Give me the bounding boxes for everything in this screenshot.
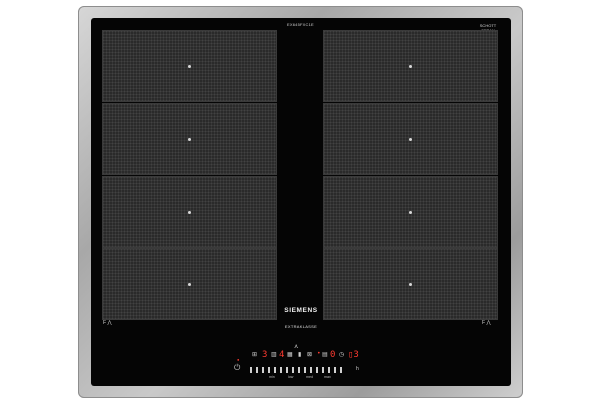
- slider-tick: [304, 367, 306, 373]
- zone-select-icon[interactable]: ⊠: [307, 352, 312, 358]
- zone-marker-dot: [188, 210, 191, 214]
- timer-display: ▯3: [348, 350, 359, 360]
- cooking-zone-right-2[interactable]: [323, 103, 498, 175]
- cooking-zone-left-3[interactable]: [102, 176, 277, 248]
- zone-select-icon[interactable]: ⊞: [252, 352, 257, 358]
- pause-icon[interactable]: ▮: [298, 352, 301, 358]
- slider-tick: [292, 367, 294, 373]
- zone-marker-dot: [409, 64, 412, 68]
- cooking-zone-left-1[interactable]: [102, 30, 277, 102]
- cooking-zone-right-4[interactable]: [323, 248, 498, 320]
- slider-tick: [334, 367, 336, 373]
- slider-label: max: [324, 375, 331, 379]
- slider-tick: [310, 367, 312, 373]
- zone-marker-dot: [188, 137, 191, 141]
- zone-marker-dot: [188, 64, 191, 68]
- power-slider[interactable]: [250, 367, 346, 373]
- slider-tick: [286, 367, 288, 373]
- power-level-display-mid: 4: [279, 350, 285, 360]
- indicator-dot: •: [317, 350, 321, 357]
- slider-tick: [280, 367, 282, 373]
- timer-unit-label: h: [356, 366, 359, 372]
- cooking-zone-right-3[interactable]: [323, 176, 498, 248]
- slider-tick: [340, 367, 342, 373]
- brand-logo: SIEMENS: [284, 307, 318, 314]
- slider-label: med: [306, 375, 313, 379]
- cooking-zone-left-2[interactable]: [102, 103, 277, 175]
- power-level-display-right: 0: [330, 350, 336, 360]
- slider-tick: [322, 367, 324, 373]
- flex-zone-left-label[interactable]: F ⋀: [103, 320, 112, 326]
- zone-marker-dot: [188, 282, 191, 286]
- power-level-display-left: 3: [262, 350, 268, 360]
- lock-icon[interactable]: ⋏: [294, 344, 298, 350]
- power-icon[interactable]: ⏻: [234, 364, 240, 372]
- zone-select-icon[interactable]: ▦: [287, 352, 293, 358]
- zone-marker-dot: [409, 210, 412, 214]
- model-number: EX645FXC1E: [287, 22, 314, 27]
- slider-tick: [298, 367, 300, 373]
- zone-select-icon[interactable]: ▤: [322, 352, 328, 358]
- timer-icon[interactable]: ◷: [339, 352, 344, 358]
- slider-tick: [274, 367, 276, 373]
- slider-tick: [316, 367, 318, 373]
- slider-label: min: [269, 375, 275, 379]
- slider-tick: [268, 367, 270, 373]
- zone-marker-dot: [409, 282, 412, 286]
- zone-marker-dot: [409, 137, 412, 141]
- slider-tick: [262, 367, 264, 373]
- flex-zone-right-label[interactable]: F ⋀: [482, 320, 491, 326]
- slider-tick: [256, 367, 258, 373]
- cooking-zone-right-1[interactable]: [323, 30, 498, 102]
- slider-label: low: [288, 375, 294, 379]
- cooking-zone-left-4[interactable]: [102, 248, 277, 320]
- slider-tick: [328, 367, 330, 373]
- series-label: EXTRAKLASSE: [284, 324, 318, 329]
- zone-select-icon[interactable]: ▥: [271, 352, 277, 358]
- slider-tick: [250, 367, 252, 373]
